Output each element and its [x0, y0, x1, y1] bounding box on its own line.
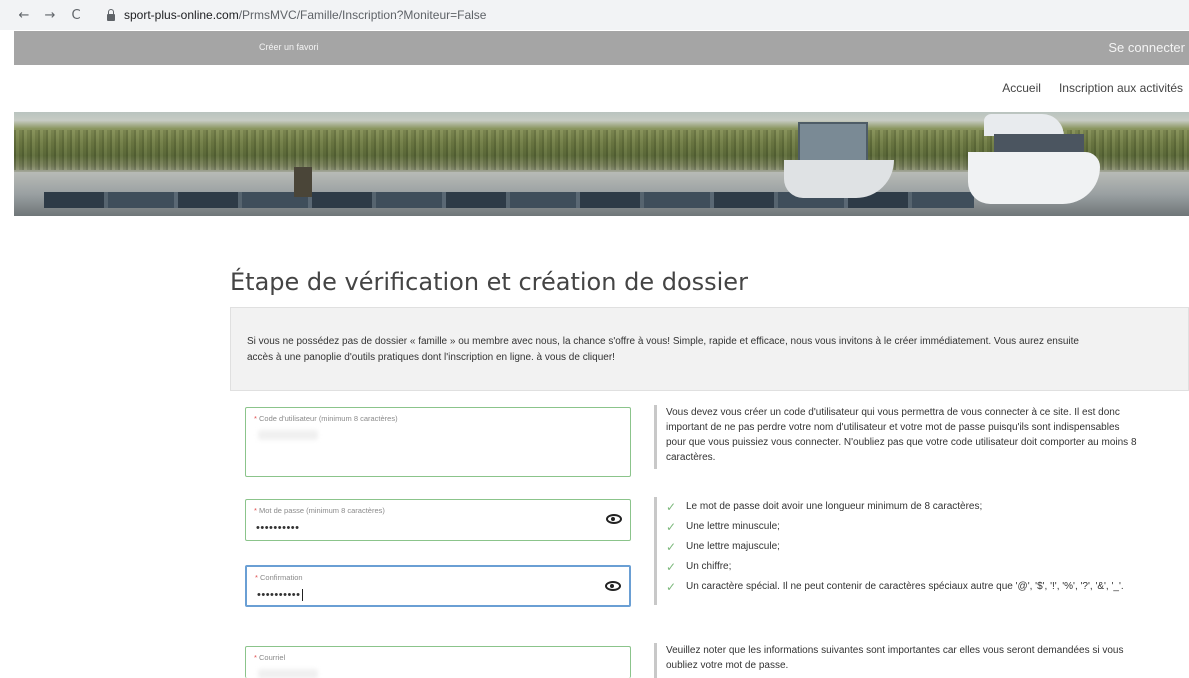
text-caret [301, 589, 303, 602]
url-path: /PrmsMVC/Famille/Inscription?Moniteur=Fa… [238, 8, 487, 22]
back-icon[interactable]: ← [14, 8, 34, 23]
email-field[interactable]: * Courriel [245, 646, 631, 678]
check-icon: ✓ [666, 520, 677, 534]
reload-icon[interactable]: C [66, 8, 86, 23]
password-rule: ✓ Un chiffre; [666, 557, 1189, 577]
banner-image [14, 112, 1189, 216]
check-icon: ✓ [666, 540, 677, 554]
check-icon: ✓ [666, 500, 677, 514]
login-link[interactable]: Se connecter [1108, 40, 1185, 55]
password-rule: ✓ Une lettre minuscule; [666, 517, 1189, 537]
url-field[interactable]: sport-plus-online.com/PrmsMVC/Famille/In… [106, 8, 486, 22]
email-help-line: Veuillez noter que les informations suiv… [666, 645, 1124, 656]
page-title: Étape de vérification et création de dos… [230, 268, 748, 296]
username-help: Vous devez vous créer un code d'utilisat… [654, 405, 1189, 469]
password-rule: ✓ Un caractère spécial. Il ne peut conten… [666, 577, 1189, 597]
email-blurred-value [258, 669, 318, 678]
banner-yacht [964, 112, 1104, 208]
username-field[interactable]: * Code d'utilisateur (minimum 8 caractèr… [245, 407, 631, 477]
nav-item-home[interactable]: Accueil [1002, 81, 1041, 95]
browser-address-bar: ← → C sport-plus-online.com/PrmsMVC/Fami… [0, 0, 1189, 30]
password-label: * Mot de passe (minimum 8 caractères) [254, 506, 385, 515]
banner-small-boat [784, 122, 894, 202]
show-confirm-icon[interactable] [605, 581, 621, 591]
create-favorite-link[interactable]: Créer un favori [259, 42, 319, 52]
username-help-line: Vous devez vous créer un code d'utilisat… [666, 407, 1120, 418]
intro-line-1: Si vous ne possédez pas de dossier « fam… [247, 336, 1079, 347]
forward-icon[interactable]: → [40, 8, 60, 23]
email-help: Veuillez noter que les informations suiv… [654, 643, 1189, 678]
username-label: * Code d'utilisateur (minimum 8 caractèr… [254, 414, 398, 423]
username-blurred-value [258, 430, 318, 440]
intro-box: Si vous ne possédez pas de dossier « fam… [230, 307, 1189, 391]
username-help-line: caractères. [666, 452, 716, 463]
email-help-line: oubliez votre mot de passe. [666, 660, 789, 671]
lock-icon [106, 9, 116, 21]
password-rule: ✓ Le mot de passe doit avoir une longueur… [666, 497, 1189, 517]
check-icon: ✓ [666, 580, 677, 594]
nav-item-registration[interactable]: Inscription aux activités [1059, 81, 1183, 95]
confirm-value: •••••••••• [257, 589, 303, 602]
intro-line-2: accès à une panoplie d'outils pratiques … [247, 352, 615, 363]
confirm-password-field[interactable]: * Confirmation •••••••••• [245, 565, 631, 607]
password-rules: ✓ Le mot de passe doit avoir une longueur… [654, 497, 1189, 605]
check-icon: ✓ [666, 560, 677, 574]
email-label: * Courriel [254, 653, 286, 662]
password-rule: ✓ Une lettre majuscule; [666, 537, 1189, 557]
banner-post [294, 167, 312, 197]
password-field[interactable]: * Mot de passe (minimum 8 caractères) ••… [245, 499, 631, 541]
show-password-icon[interactable] [606, 514, 622, 524]
username-help-line: pour que vous puissiez vous connecter. N… [666, 437, 1137, 448]
top-bar: Créer un favori Se connecter [14, 31, 1189, 65]
confirm-label: * Confirmation [255, 573, 303, 582]
main-nav: Accueil Inscription aux activités [1002, 81, 1183, 95]
url-domain: sport-plus-online.com [124, 8, 239, 22]
username-help-line: important de ne pas perdre votre nom d'u… [666, 422, 1120, 433]
password-value: •••••••••• [256, 522, 300, 534]
